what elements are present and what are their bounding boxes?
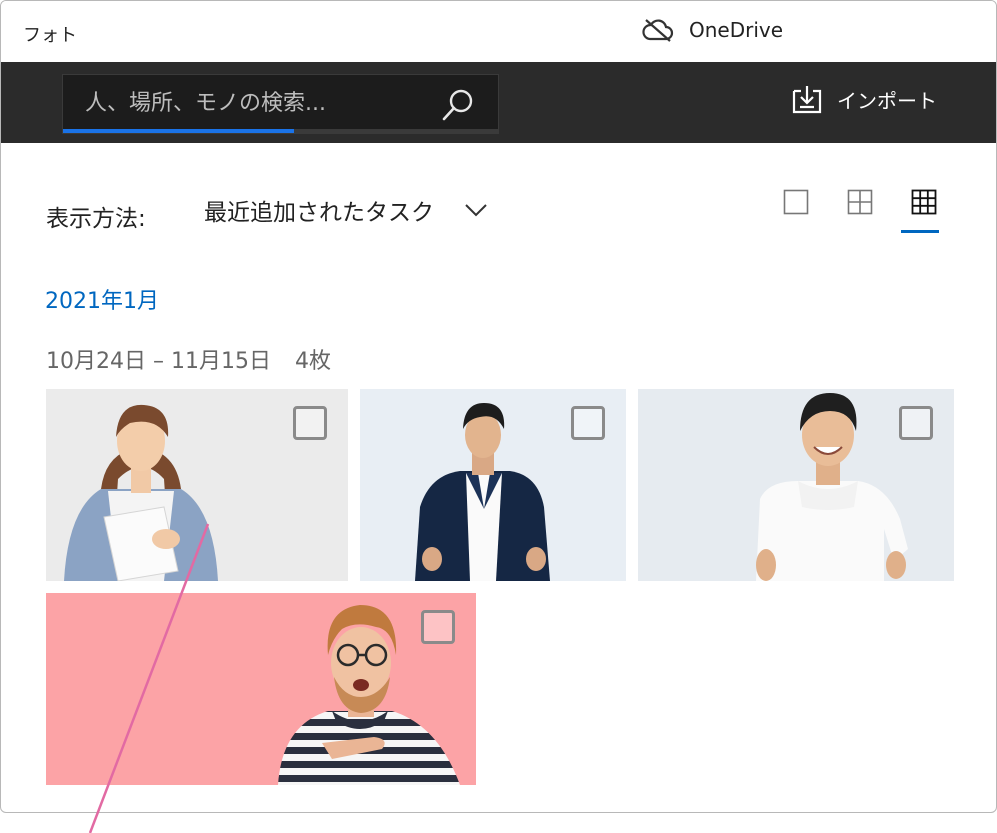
- date-range: 10月24日 – 11月15日 4枚: [46, 343, 331, 375]
- import-icon: [792, 86, 822, 114]
- toolbar: インポート: [1, 62, 996, 143]
- small-grid-toggle[interactable]: [901, 189, 939, 233]
- photo-checkbox-1[interactable]: [293, 406, 327, 440]
- photo-checkbox-2[interactable]: [571, 406, 605, 440]
- search-button[interactable]: [440, 87, 476, 123]
- photo-man-striped-shirt: [46, 593, 476, 785]
- medium-grid-icon: [847, 189, 873, 215]
- view-bar: 表示方法: 最近追加されたタスク: [1, 143, 996, 283]
- single-view-toggle[interactable]: [781, 189, 811, 229]
- photo-checkbox-3[interactable]: [899, 406, 933, 440]
- view-mode-label: 表示方法:: [46, 206, 146, 232]
- cloud-off-icon: [642, 19, 674, 42]
- photo-thumbnail-2[interactable]: [360, 389, 626, 581]
- photo-count: 4枚: [294, 349, 331, 374]
- import-button[interactable]: インポート: [791, 84, 937, 114]
- search-input[interactable]: [63, 75, 445, 131]
- onedrive-status[interactable]: OneDrive: [641, 17, 783, 43]
- import-label: インポート: [837, 88, 937, 113]
- small-grid-icon: [911, 189, 937, 215]
- photo-thumbnail-4[interactable]: [46, 593, 476, 785]
- photo-thumbnail-3[interactable]: [638, 389, 954, 581]
- single-view-icon: [783, 189, 809, 215]
- photos-window: フォト OneDrive 人、場所、モノの検索... インポート 表示方法: 最…: [0, 0, 997, 813]
- date-range-text: 10月24日 – 11月15日: [46, 349, 271, 374]
- search-icon: [442, 89, 473, 121]
- search-box: [62, 74, 499, 134]
- chevron-down-icon: [465, 204, 487, 217]
- onedrive-label: OneDrive: [689, 18, 784, 42]
- app-title: フォト: [23, 25, 77, 46]
- view-toggle-group: [781, 189, 939, 233]
- photo-thumbnail-1[interactable]: [46, 389, 348, 581]
- search-progress-fill: [63, 129, 294, 133]
- sort-dropdown-value: 最近追加されたタスク: [204, 200, 434, 226]
- title-bar: フォト OneDrive: [1, 1, 996, 62]
- medium-grid-toggle[interactable]: [845, 189, 875, 229]
- month-heading[interactable]: 2021年1月: [45, 283, 159, 315]
- sort-dropdown[interactable]: 最近追加されたタスク: [204, 193, 488, 227]
- photo-checkbox-4[interactable]: [421, 610, 455, 644]
- search-progress-bar: [63, 129, 498, 133]
